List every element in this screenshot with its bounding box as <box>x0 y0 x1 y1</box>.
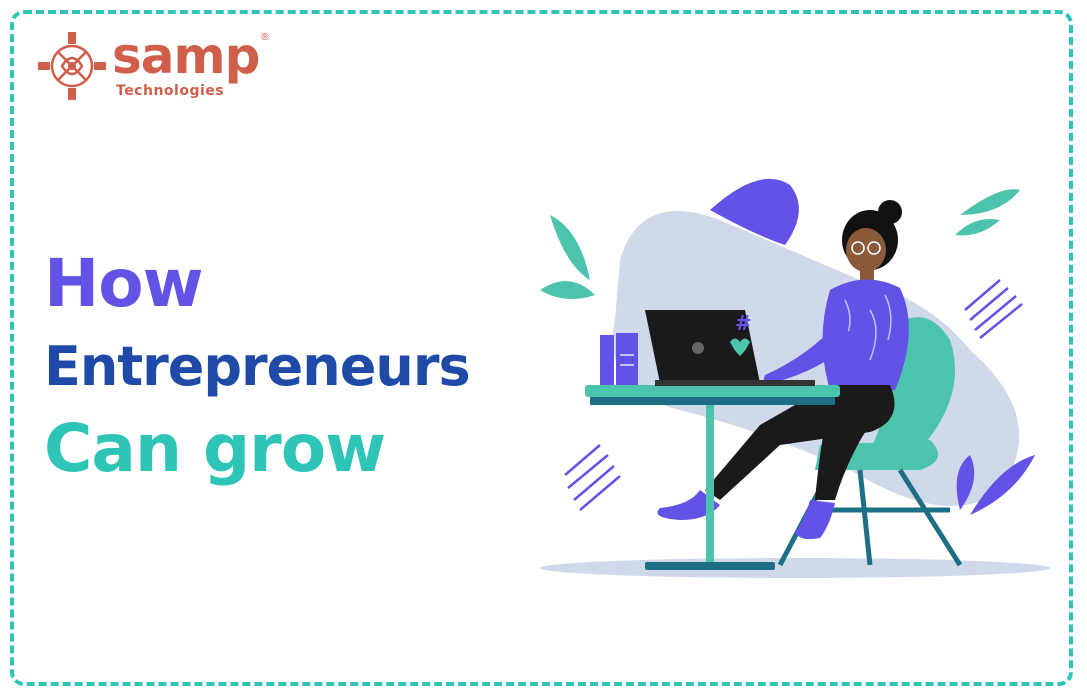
woman-at-laptop-illustration: # <box>540 178 1050 578</box>
samp-emblem-icon <box>38 32 106 100</box>
floor-shadow <box>540 558 1050 578</box>
headline: How Entrepreneurs Can grow <box>44 240 471 492</box>
illustration: # <box>530 170 1060 590</box>
stripes-right-icon <box>964 279 1023 339</box>
brand-logo[interactable]: samp ® Technologies <box>36 27 276 110</box>
headline-line-1: How <box>44 245 204 322</box>
table-base <box>645 562 775 570</box>
table-leg <box>706 405 714 565</box>
brand-subtitle: Technologies <box>116 83 225 99</box>
headline-line-2: Entrepreneurs <box>44 335 471 398</box>
brand-name: samp <box>112 27 260 85</box>
table-top <box>585 385 840 397</box>
teal-leaves-right-icon <box>955 189 1020 236</box>
stripes-left-icon <box>564 444 621 511</box>
laptop-sticker: # <box>735 311 752 335</box>
teal-leaves-left-icon <box>540 215 595 299</box>
headline-line-3: Can grow <box>44 410 386 487</box>
registered-mark: ® <box>260 32 270 43</box>
books <box>600 333 638 385</box>
